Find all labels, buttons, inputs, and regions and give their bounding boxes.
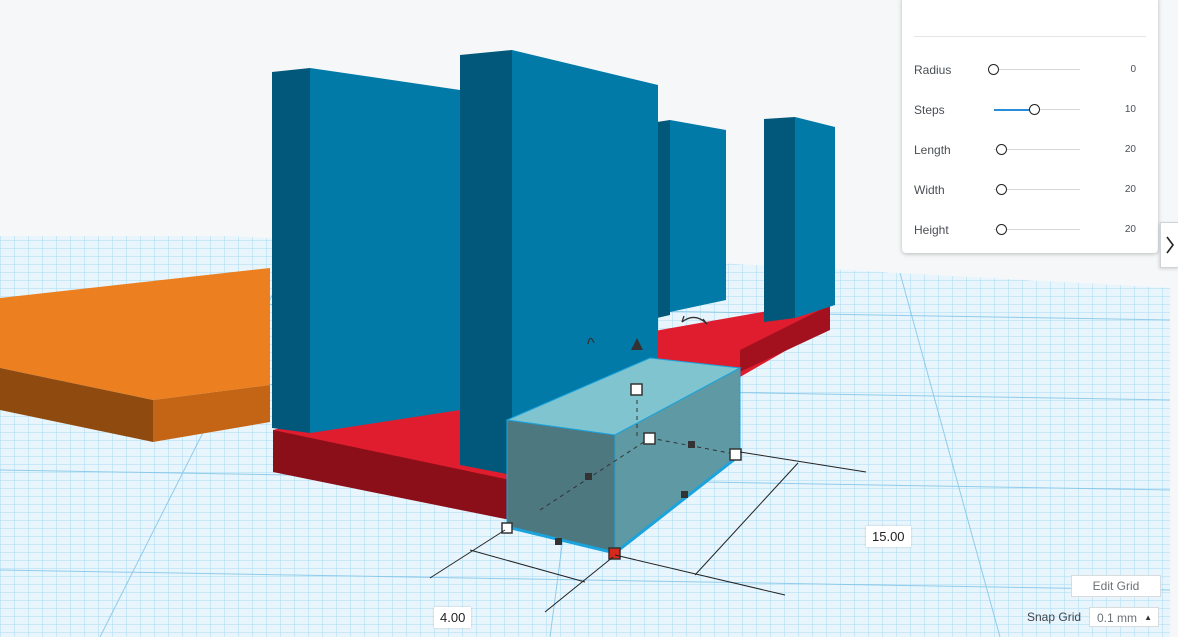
side-handle[interactable] [688, 441, 695, 448]
corner-handle-back[interactable] [643, 432, 656, 445]
property-height: Height 20 [902, 220, 1158, 240]
property-label: Length [914, 143, 951, 157]
property-value: 20 [1124, 224, 1136, 235]
blue-wall-right[interactable] [764, 117, 835, 322]
side-handle[interactable] [585, 473, 592, 480]
property-label: Steps [914, 103, 945, 117]
snap-grid-label: Snap Grid [1027, 610, 1082, 624]
property-value: 20 [1124, 184, 1136, 195]
side-handle[interactable] [681, 491, 688, 498]
blue-wall-back-small[interactable] [657, 120, 726, 318]
chevron-right-icon [1166, 236, 1174, 254]
side-handle[interactable] [555, 538, 562, 545]
property-length: Length 20 [902, 140, 1158, 160]
property-value: 20 [1124, 144, 1136, 155]
height-handle[interactable] [630, 383, 643, 396]
property-radius: Radius 0 [902, 60, 1158, 80]
height-slider-knob[interactable] [996, 224, 1007, 235]
property-width: Width 20 [902, 180, 1158, 200]
shape-properties-panel: Radius 0 Steps 10 Length 20 Width 20 Hei… [902, 0, 1158, 253]
panel-collapse-button[interactable] [1160, 222, 1178, 268]
edit-grid-button[interactable]: Edit Grid [1071, 575, 1161, 597]
property-label: Width [914, 183, 945, 197]
corner-handle-right[interactable] [729, 448, 742, 461]
width-slider-knob[interactable] [996, 184, 1007, 195]
radius-slider-knob[interactable] [988, 64, 999, 75]
snap-grid-select[interactable]: 0.1 mm ▲ [1089, 607, 1159, 627]
property-value: 10 [1124, 104, 1136, 115]
property-label: Height [914, 223, 949, 237]
property-label: Radius [914, 63, 952, 77]
blue-wall-left[interactable] [272, 68, 460, 433]
steps-slider-knob[interactable] [1029, 104, 1040, 115]
property-steps: Steps 10 [902, 100, 1158, 120]
width-dimension-input[interactable]: 4.00 [434, 607, 472, 628]
length-dimension-input[interactable]: 15.00 [866, 526, 911, 547]
corner-handle-front[interactable] [608, 547, 621, 560]
caret-up-icon: ▲ [1144, 613, 1152, 622]
length-slider-knob[interactable] [996, 144, 1007, 155]
property-value: 0 [1130, 64, 1136, 75]
snap-grid-value: 0.1 mm [1097, 611, 1138, 625]
orange-box-shape[interactable] [0, 268, 270, 442]
